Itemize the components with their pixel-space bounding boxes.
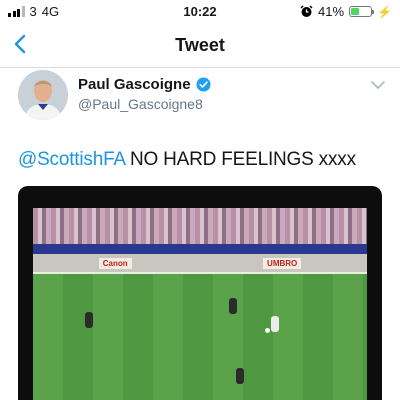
player-figure	[229, 298, 237, 314]
tweet-body: NO HARD FEELINGS xxxx	[124, 149, 356, 170]
avatar[interactable]	[18, 70, 68, 120]
touchline	[33, 272, 367, 274]
charging-bolt-icon: ⚡	[377, 4, 392, 19]
video-frame: Canon UMBRO	[33, 208, 367, 400]
football	[265, 328, 270, 333]
player-figure	[236, 368, 244, 384]
ad-board-1: Canon	[98, 257, 132, 269]
nav-bar: Tweet	[0, 22, 400, 68]
tweet-text: @ScottishFA NO HARD FEELINGS xxxx	[18, 149, 356, 171]
page-title: Tweet	[175, 35, 225, 55]
battery-icon	[349, 6, 375, 17]
verified-badge-icon	[196, 77, 211, 92]
author-name[interactable]: Paul Gascoigne	[78, 76, 211, 93]
author-handle[interactable]: @Paul_Gascoigne8	[78, 96, 203, 112]
ad-board-2: UMBRO	[263, 257, 302, 269]
ad-boards: Canon UMBRO	[33, 254, 367, 272]
mention-link[interactable]: @ScottishFA	[18, 149, 125, 170]
avatar-portrait-icon	[18, 70, 68, 120]
video-player[interactable]: Canon UMBRO	[18, 186, 382, 400]
alarm-clock-icon	[300, 5, 313, 17]
pitch	[33, 272, 367, 400]
chevron-down-icon[interactable]	[370, 80, 386, 90]
player-figure	[271, 316, 279, 332]
battery-percent: 41%	[318, 4, 345, 19]
author-name-text: Paul Gascoigne	[78, 76, 191, 93]
crowd-stands	[33, 208, 367, 244]
player-figure	[85, 312, 93, 328]
status-bar: 3 4G 10:22 41% ⚡	[0, 0, 400, 22]
stand-strip	[33, 244, 367, 254]
battery-level-fill	[351, 8, 360, 15]
status-right: 41% ⚡	[300, 4, 392, 19]
